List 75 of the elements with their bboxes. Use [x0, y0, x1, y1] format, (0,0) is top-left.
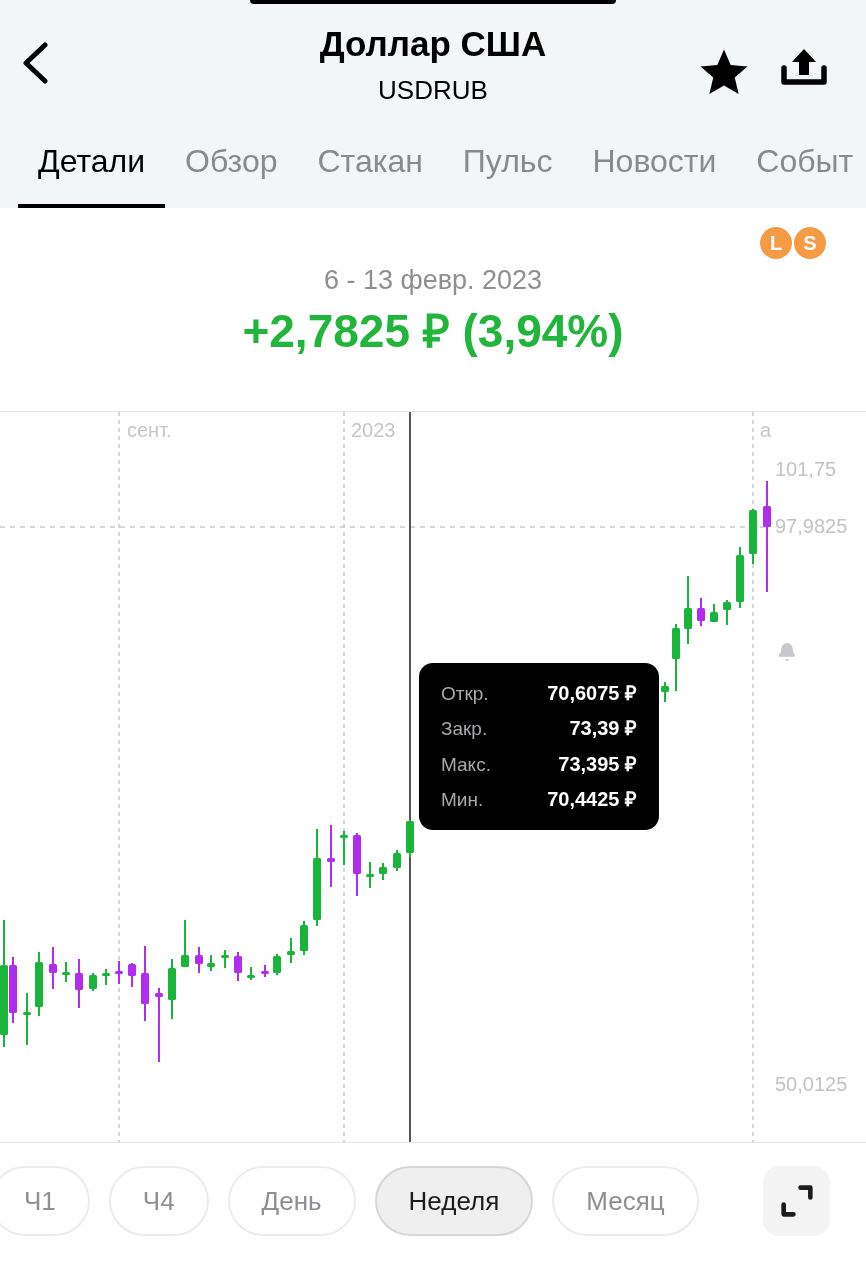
candlestick — [207, 954, 215, 972]
letter-badge: S — [792, 225, 828, 261]
interval-pill[interactable]: Ч1 — [0, 1166, 90, 1236]
candlestick — [697, 597, 705, 627]
interval-pill[interactable]: День — [227, 1166, 356, 1236]
candlestick — [736, 546, 744, 609]
candlestick — [749, 508, 757, 565]
candlestick — [247, 966, 255, 981]
candlestick — [353, 832, 361, 897]
candlestick — [128, 962, 136, 988]
tooltip-label: Закр. — [441, 717, 489, 741]
candlestick — [393, 849, 401, 872]
candlestick — [75, 958, 83, 1009]
share-icon — [780, 48, 828, 86]
tab[interactable]: Событ — [736, 118, 866, 208]
candlestick — [710, 603, 718, 623]
candlestick — [327, 824, 335, 888]
back-chevron-icon — [22, 42, 48, 84]
back-button[interactable] — [22, 42, 48, 84]
letter-badge: L — [758, 225, 794, 261]
interval-pill[interactable]: Неделя — [374, 1166, 534, 1236]
tab[interactable]: Стакан — [297, 118, 443, 208]
price-axis-label: 97,9825 — [775, 514, 848, 538]
tab[interactable]: Детали — [18, 118, 166, 208]
candlestick — [102, 968, 110, 986]
tooltip-label: Мин. — [441, 788, 485, 812]
candlestick — [406, 819, 414, 858]
axis-date-label: 2023 — [351, 418, 396, 442]
tab[interactable]: Пульс — [442, 118, 573, 208]
tooltip-value: 70,6075 ₽ — [546, 680, 637, 706]
candlestick — [661, 681, 669, 703]
period-dates: 6 - 13 февр. 2023 — [323, 264, 543, 296]
instrument-ticker: USDRUB — [378, 75, 488, 105]
tab[interactable]: Новости — [572, 118, 737, 208]
candlestick — [366, 861, 374, 889]
share-button[interactable] — [780, 48, 828, 86]
candlestick — [35, 951, 43, 1017]
tooltip-label: Откр. — [441, 681, 490, 706]
favorite-button[interactable] — [700, 48, 748, 94]
candlestick — [261, 964, 269, 978]
expand-icon — [780, 1185, 813, 1217]
bell-icon — [777, 642, 797, 662]
tooltip-label: Макс. — [441, 752, 491, 777]
instrument-title: Доллар США — [319, 24, 547, 64]
star-icon — [700, 48, 748, 94]
candlestick — [379, 862, 387, 881]
candlestick — [684, 575, 692, 645]
candlestick — [181, 919, 189, 968]
axis-date-label: сент. — [127, 418, 172, 442]
candlestick — [168, 958, 176, 1020]
candlestick — [340, 830, 348, 866]
fullscreen-button[interactable] — [763, 1166, 830, 1236]
tab[interactable]: Обзор — [165, 118, 298, 208]
candlestick — [273, 953, 281, 976]
candlestick — [723, 599, 731, 626]
candlestick — [287, 937, 295, 964]
candlestick — [49, 946, 57, 990]
candlestick — [195, 946, 203, 974]
price-axis-label: 101,75 — [775, 457, 837, 481]
candlestick — [115, 960, 123, 985]
tooltip-value: 73,39 ₽ — [568, 716, 637, 741]
price-axis-label: 50,0125 — [775, 1072, 848, 1096]
candlestick — [23, 992, 31, 1046]
candlestick — [300, 920, 308, 956]
interval-pill[interactable]: Ч4 — [108, 1166, 209, 1236]
candlestick — [89, 972, 97, 992]
tooltip-value: 73,395 ₽ — [557, 751, 637, 777]
candlestick — [62, 961, 70, 983]
price-change: +2,7825 ₽ (3,94%) — [242, 304, 624, 358]
tooltip-value: 70,4425 ₽ — [546, 787, 637, 812]
interval-pill[interactable]: Месяц — [552, 1166, 699, 1236]
candlestick — [221, 949, 229, 969]
candlestick — [672, 623, 680, 692]
candlestick — [234, 951, 242, 982]
axis-date-label: а — [760, 418, 772, 442]
